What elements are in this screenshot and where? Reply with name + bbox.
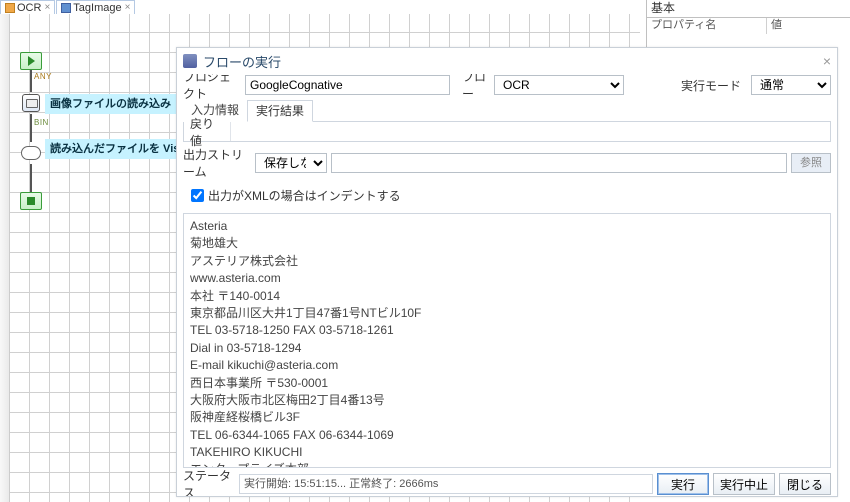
flow-node-vision-api[interactable] — [20, 142, 42, 164]
output-stream-select[interactable]: 保存しない — [255, 153, 327, 173]
close-icon[interactable]: × — [823, 53, 831, 69]
close-icon[interactable]: × — [125, 2, 131, 14]
return-value — [230, 122, 830, 141]
dialog-titlebar: フローの実行 × — [177, 48, 837, 74]
tab-label: TagImage — [73, 2, 121, 14]
mode-select[interactable]: 通常 — [751, 75, 831, 95]
indent-xml-label: 出力がXMLの場合はインデントする — [208, 187, 401, 204]
run-flow-dialog: フローの実行 × プロジェクト フロー OCR 実行モード 通常 入力情報 実行… — [176, 47, 838, 497]
flow-node-file-read[interactable] — [20, 92, 42, 114]
connector-type-any: ANY — [34, 72, 52, 81]
tab-run-result[interactable]: 実行結果 — [247, 100, 313, 122]
status-label: ステータス — [183, 467, 235, 496]
connector — [30, 114, 32, 142]
flow-node-start[interactable] — [20, 52, 42, 70]
properties-panel: 基本 プロパティ名 値 — [646, 0, 850, 48]
tab-label: OCR — [17, 2, 41, 14]
browse-button: 参照 — [791, 153, 831, 173]
stop-button[interactable]: 実行中止 — [713, 473, 775, 495]
tab-ocr[interactable]: OCR × — [0, 0, 55, 14]
flow-file-icon — [5, 3, 15, 13]
flow-node-end[interactable] — [20, 192, 42, 210]
run-button[interactable]: 実行 — [657, 473, 709, 495]
node-label-file: 画像ファイルの読み込み — [45, 94, 176, 114]
output-text-area[interactable]: Asteria 菊地雄大 アステリア株式会社 www.asteria.com 本… — [183, 213, 831, 468]
col-header-name: プロパティ名 — [647, 18, 767, 34]
tab-tagimage[interactable]: TagImage × — [56, 0, 135, 14]
flow-label: フロー — [462, 74, 494, 102]
output-path-input[interactable] — [331, 153, 787, 173]
connector-type-bin: BIN — [34, 118, 49, 127]
properties-header: 基本 — [647, 0, 850, 18]
result-tabs: 入力情報 実行結果 — [183, 100, 831, 122]
dialog-title: フローの実行 — [203, 52, 281, 71]
connector — [30, 164, 32, 192]
connector — [30, 70, 32, 92]
project-input[interactable] — [245, 75, 450, 95]
run-icon — [183, 54, 197, 68]
status-value: 実行開始: 15:51:15... 正常終了: 2666ms — [239, 474, 653, 494]
flow-file-icon — [61, 3, 71, 13]
mode-label: 実行モード — [681, 77, 745, 94]
col-header-value: 値 — [767, 18, 850, 34]
output-stream-label: 出力ストリーム — [183, 146, 255, 180]
return-value-label: 戻り値 — [184, 115, 230, 149]
project-label: プロジェクト — [183, 74, 245, 102]
close-icon[interactable]: × — [44, 2, 50, 14]
close-button[interactable]: 閉じる — [779, 473, 831, 495]
indent-xml-checkbox[interactable] — [191, 189, 204, 202]
flow-select[interactable]: OCR — [494, 75, 624, 95]
